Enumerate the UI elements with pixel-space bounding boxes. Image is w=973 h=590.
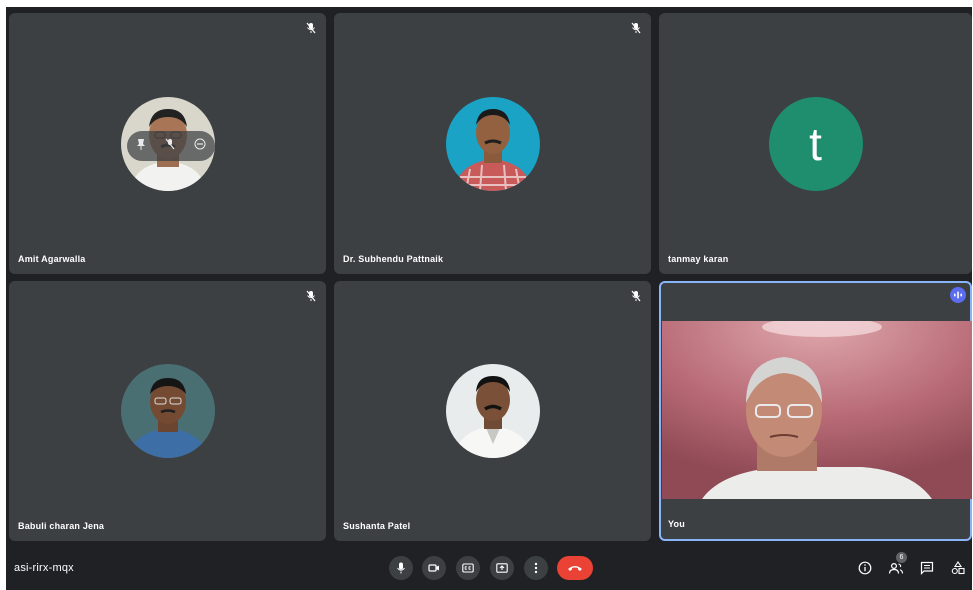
mic-off-icon [306,22,316,34]
camera-icon [428,564,439,572]
avatar [120,364,215,458]
mic-off-icon[interactable] [165,137,175,155]
participant-tile-sushanta[interactable]: Sushanta Patel [334,281,651,541]
avatar [445,96,540,191]
present-icon [496,563,508,573]
mic-off-icon [306,290,316,302]
more-vert-icon [534,562,538,574]
participant-count-badge: 6 [896,552,907,563]
meeting-code: asi-rirx-mqx [14,562,74,574]
mic-off-icon [631,22,641,34]
activities-icon [951,561,965,575]
participant-tile-tanmay[interactable]: t tanmay karan [659,13,972,274]
remove-icon[interactable] [194,137,206,155]
participant-tile-babuli[interactable]: Babuli charan Jena [9,281,326,541]
chat-button[interactable] [917,558,937,578]
avatar-initial: t [809,117,822,170]
meeting-details-button[interactable] [855,558,875,578]
participant-name: Babuli charan Jena [18,521,105,531]
self-video [662,321,972,499]
call-end-icon [568,566,582,571]
microphone-icon [397,562,405,574]
people-icon [888,562,904,574]
info-icon [858,561,872,575]
microphone-button[interactable] [389,556,413,580]
meet-window: Amit Agarwalla Dr. Subhendu Pattnaik t t… [6,7,972,590]
participant-name: Amit Agarwalla [18,254,86,264]
activities-button[interactable] [948,558,968,578]
participant-tile-subhendu[interactable]: Dr. Subhendu Pattnaik [334,13,651,274]
speaking-indicator-icon [950,287,966,303]
chat-icon [920,561,934,575]
present-screen-button[interactable] [490,556,514,580]
control-bar: asi-rirx-mqx 6 [6,548,972,590]
participant-tile-amit[interactable]: Amit Agarwalla [9,13,326,274]
more-options-button[interactable] [524,556,548,580]
camera-button[interactable] [422,556,446,580]
participant-name: tanmay karan [668,254,729,264]
participant-name: Sushanta Patel [343,521,411,531]
pin-icon[interactable] [136,137,146,155]
avatar: t [768,96,863,191]
leave-call-button[interactable] [557,556,593,580]
captions-button[interactable] [456,556,480,580]
closed-captions-icon [462,563,474,573]
participant-tile-self[interactable]: You [659,281,972,541]
avatar [445,364,540,458]
mic-off-icon [631,290,641,302]
participant-name: Dr. Subhendu Pattnaik [343,254,444,264]
participant-name: You [668,519,685,529]
tile-hover-controls [127,131,215,161]
